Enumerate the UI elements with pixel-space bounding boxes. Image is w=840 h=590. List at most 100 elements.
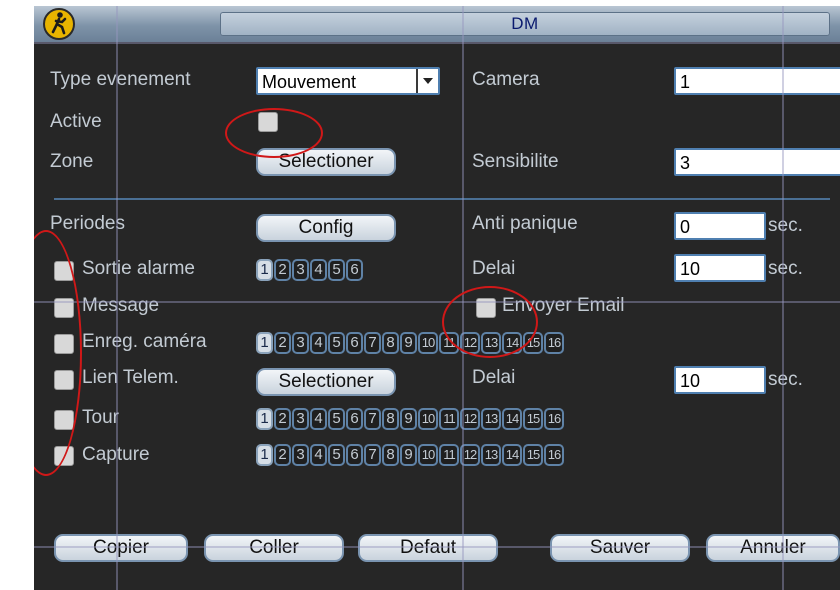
channel-4-toggle[interactable]: 4 — [310, 408, 327, 430]
sec-label: sec. — [768, 369, 803, 390]
channel-15-toggle[interactable]: 15 — [523, 444, 543, 466]
channel-8-toggle[interactable]: 8 — [382, 332, 399, 354]
capture-channels: 1 2 3 4 5 6 7 8 9 10 11 12 13 14 15 16 — [256, 444, 564, 466]
grid-line — [782, 6, 784, 590]
channel-1-toggle[interactable]: 1 — [256, 259, 273, 281]
channel-7-toggle[interactable]: 7 — [364, 408, 381, 430]
channel-10-toggle[interactable]: 10 — [418, 408, 438, 430]
channel-2-toggle[interactable]: 2 — [274, 408, 291, 430]
annuler-button[interactable]: Annuler — [706, 534, 840, 562]
sortie-alarme-label: Sortie alarme — [82, 258, 195, 279]
lien-telem-label: Lien Telem. — [82, 367, 179, 388]
channel-3-toggle[interactable]: 3 — [292, 332, 309, 354]
channel-11-toggle[interactable]: 11 — [439, 444, 459, 466]
delai-label: Delai — [472, 367, 516, 388]
pedestrian-icon — [42, 7, 76, 41]
channel-14-toggle[interactable]: 14 — [502, 408, 522, 430]
channel-3-toggle[interactable]: 3 — [292, 444, 309, 466]
anti-panique-label: Anti panique — [472, 213, 578, 234]
dm-dialog: DM Type evenement Mouvement Camera 1 Act… — [34, 6, 840, 590]
camera-select[interactable]: 1 — [674, 67, 840, 95]
title-bar: DM — [34, 6, 840, 42]
sensibilite-select[interactable]: 3 — [674, 148, 840, 176]
tour-channels: 1 2 3 4 5 6 7 8 9 10 11 12 13 14 15 16 — [256, 408, 564, 430]
red-ellipse-email — [442, 286, 538, 358]
channel-16-toggle[interactable]: 16 — [544, 332, 564, 354]
channel-6-toggle[interactable]: 6 — [346, 332, 363, 354]
channel-16-toggle[interactable]: 16 — [544, 444, 564, 466]
channel-8-toggle[interactable]: 8 — [382, 408, 399, 430]
channel-13-toggle[interactable]: 13 — [481, 408, 501, 430]
channel-2-toggle[interactable]: 2 — [274, 332, 291, 354]
channel-10-toggle[interactable]: 10 — [418, 332, 438, 354]
delai-input[interactable]: 10 — [674, 254, 766, 282]
anti-panique-value: 0 — [680, 217, 691, 237]
copier-button[interactable]: Copier — [54, 534, 188, 562]
grid-line — [34, 546, 840, 548]
delai-label: Delai — [472, 258, 516, 279]
channel-2-toggle[interactable]: 2 — [274, 259, 291, 281]
red-ellipse-checkboxes — [34, 230, 82, 476]
enreg-camera-label: Enreg. caméra — [82, 331, 207, 352]
channel-13-toggle[interactable]: 13 — [481, 444, 501, 466]
grid-line — [34, 42, 840, 44]
type-event-label: Type evenement — [50, 69, 191, 90]
channel-3-toggle[interactable]: 3 — [292, 259, 309, 281]
channel-9-toggle[interactable]: 9 — [400, 408, 417, 430]
grid-line — [34, 301, 840, 303]
delai-value: 10 — [680, 371, 701, 391]
sauver-button[interactable]: Sauver — [550, 534, 690, 562]
channel-7-toggle[interactable]: 7 — [364, 332, 381, 354]
channel-10-toggle[interactable]: 10 — [418, 444, 438, 466]
coller-button[interactable]: Coller — [204, 534, 344, 562]
divider — [54, 198, 830, 200]
active-label: Active — [50, 111, 102, 132]
channel-1-toggle[interactable]: 1 — [256, 444, 273, 466]
sec-label: sec. — [768, 215, 803, 236]
title-field: DM — [220, 12, 830, 36]
sensibilite-label: Sensibilite — [472, 151, 559, 172]
grid-line — [116, 6, 118, 590]
camera-label: Camera — [472, 69, 540, 90]
channel-1-toggle[interactable]: 1 — [256, 408, 273, 430]
config-button[interactable]: Config — [256, 214, 396, 242]
red-ellipse-active — [225, 108, 323, 158]
delai-input[interactable]: 10 — [674, 366, 766, 394]
channel-6-toggle[interactable]: 6 — [346, 408, 363, 430]
sortie-alarme-channels: 123456 — [256, 259, 363, 281]
type-event-select[interactable]: Mouvement — [256, 67, 440, 95]
channel-4-toggle[interactable]: 4 — [310, 444, 327, 466]
channel-1-toggle[interactable]: 1 — [256, 332, 273, 354]
channel-6-toggle[interactable]: 6 — [346, 444, 363, 466]
periodes-label: Periodes — [50, 213, 125, 234]
channel-4-toggle[interactable]: 4 — [310, 332, 327, 354]
tour-label: Tour — [82, 407, 119, 428]
channel-7-toggle[interactable]: 7 — [364, 444, 381, 466]
channel-5-toggle[interactable]: 5 — [328, 408, 345, 430]
channel-9-toggle[interactable]: 9 — [400, 332, 417, 354]
channel-14-toggle[interactable]: 14 — [502, 444, 522, 466]
zone-label: Zone — [50, 151, 94, 172]
channel-8-toggle[interactable]: 8 — [382, 444, 399, 466]
channel-16-toggle[interactable]: 16 — [544, 408, 564, 430]
channel-3-toggle[interactable]: 3 — [292, 408, 309, 430]
sec-label: sec. — [768, 258, 803, 279]
channel-15-toggle[interactable]: 15 — [523, 408, 543, 430]
delai-value: 10 — [680, 259, 701, 279]
chevron-down-icon[interactable] — [416, 69, 438, 93]
anti-panique-input[interactable]: 0 — [674, 212, 766, 240]
channel-5-toggle[interactable]: 5 — [328, 332, 345, 354]
sensibilite-value: 3 — [680, 153, 691, 173]
channel-9-toggle[interactable]: 9 — [400, 444, 417, 466]
defaut-button[interactable]: Defaut — [358, 534, 498, 562]
channel-5-toggle[interactable]: 5 — [328, 444, 345, 466]
camera-value: 1 — [680, 72, 691, 92]
lien-select-button[interactable]: Selectioner — [256, 368, 396, 396]
channel-2-toggle[interactable]: 2 — [274, 444, 291, 466]
channel-4-toggle[interactable]: 4 — [310, 259, 327, 281]
type-event-value: Mouvement — [262, 72, 357, 92]
message-label: Message — [82, 295, 160, 316]
channel-11-toggle[interactable]: 11 — [439, 408, 459, 430]
channel-5-toggle[interactable]: 5 — [328, 259, 345, 281]
channel-6-toggle[interactable]: 6 — [346, 259, 363, 281]
